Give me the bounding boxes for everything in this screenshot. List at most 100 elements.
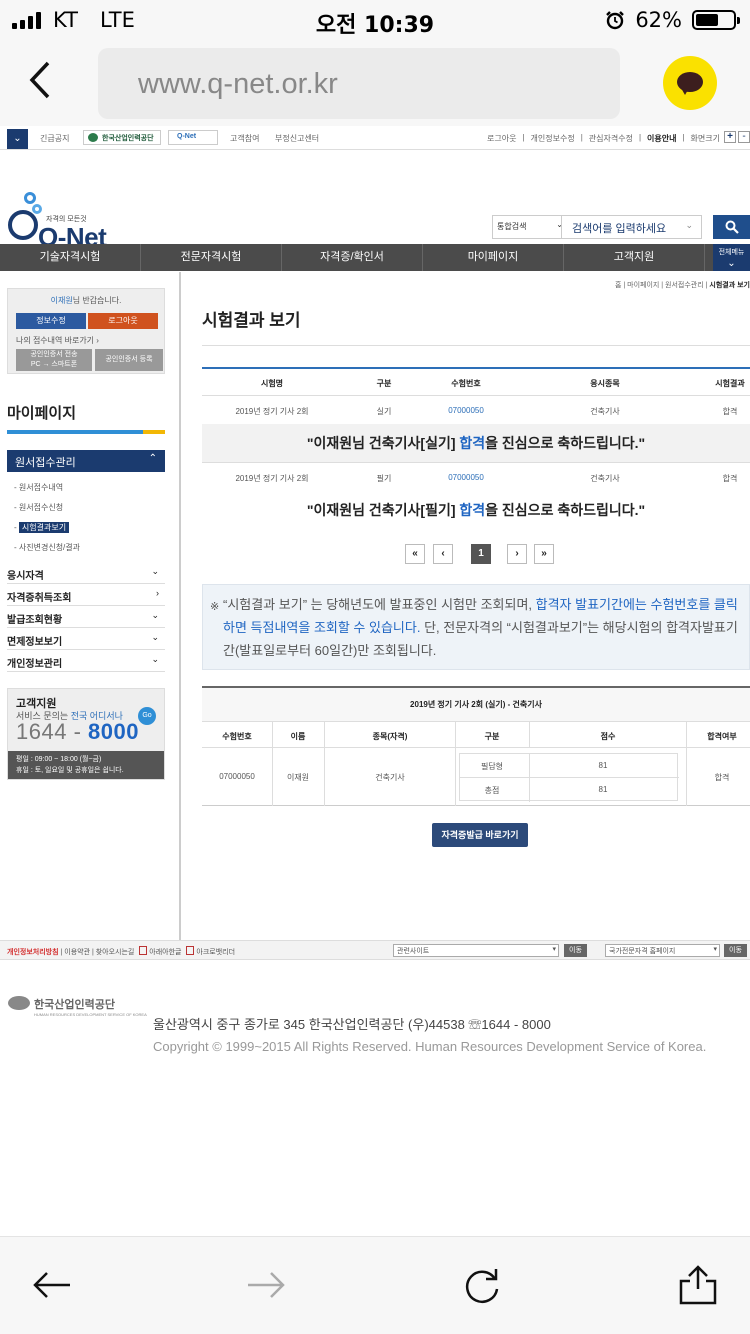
cs-go-button[interactable]: Go (138, 707, 156, 725)
national-sites-select[interactable]: 국가전문자격 홈페이지 ▾ (605, 944, 720, 957)
sidebar-item-qualification[interactable]: 응시자격 ⌄ (7, 562, 165, 584)
chevron-down-icon[interactable]: ⌄ (7, 129, 28, 149)
prev-page-button[interactable]: ‹ (433, 544, 453, 564)
qnet-link[interactable]: Q-Net (168, 130, 218, 145)
screen-size-label: 화면크기 (690, 134, 720, 143)
browser-back-icon[interactable] (28, 60, 52, 108)
sidebar-item-issue-status[interactable]: 발급조회현황 ⌄ (7, 606, 165, 628)
sidebar-title: 마이페이지 (7, 405, 77, 422)
related-go-button[interactable]: 이동 (564, 944, 587, 957)
recent-label: 나의 접수내역 바로가기 (16, 336, 95, 345)
customer-support-box: 고객지원 서비스 문의는 전국 어디서나 Go 1644 - 8000 평일 :… (7, 688, 165, 780)
pdf-icon (186, 946, 195, 955)
nav-support[interactable]: 고객지원 (564, 244, 705, 271)
search-button[interactable] (713, 215, 750, 239)
hwp-link[interactable]: 아래아한글 (149, 949, 181, 956)
sidebar-item-exemption[interactable]: 면제정보보기 ⌄ (7, 628, 165, 650)
breadcrumb-application[interactable]: 원서접수관리 (665, 282, 704, 289)
acrobat-link[interactable]: 아크로뱃리더 (196, 949, 235, 956)
urgent-notice-link[interactable]: 긴급공지 (40, 133, 69, 144)
terms-link[interactable]: 이용약관 (64, 949, 90, 956)
nav-professional-exam[interactable]: 전문자격시험 (141, 244, 282, 271)
edit-info-link[interactable]: 개인정보수정 (531, 133, 575, 144)
hrdk-link[interactable]: 한국산업인력공단 (83, 130, 161, 145)
first-page-button[interactable]: « (405, 544, 425, 564)
next-page-button[interactable]: › (507, 544, 527, 564)
last-page-button[interactable]: » (534, 544, 554, 564)
cert-register-button[interactable]: 공인인증서 등록 (95, 349, 163, 371)
edit-info-button[interactable]: 정보수정 (16, 313, 86, 329)
sidebar-item-cert-acquisition[interactable]: 자격증취득조회 › (7, 584, 165, 606)
customer-participation-link[interactable]: 고객참여 (230, 133, 259, 144)
directions-link[interactable]: 찾아오시는길 (96, 949, 135, 956)
score-detail-header: 수험번호 이름 종목(자격) 구분 점수 합격여부 (202, 722, 750, 748)
related-sites-select[interactable]: 관련사이트 ▾ (393, 944, 559, 957)
chevron-right-icon: › (156, 588, 159, 598)
web-page: ⌄ 긴급공지 한국산업인력공단 Q-Net 고객참여 부정신고센터 로그아웃 | … (0, 126, 750, 1236)
login-box: 이재원님 반갑습니다. 정보수정 로그아웃 나의 접수내역 바로가기 › 공인인… (7, 288, 165, 374)
status-bar: KT LTE 오전 10:39 62% (0, 0, 750, 40)
certificate-issue-button[interactable]: 자격증발급 바로가기 (432, 823, 528, 847)
search-input[interactable]: 검색어를 입력하세요 ⌄ (561, 215, 702, 239)
zoom-in-icon[interactable]: + (724, 131, 736, 143)
kakao-talk-icon[interactable] (663, 56, 717, 110)
privacy-link[interactable]: 개인정보처리방침 (7, 949, 59, 956)
all-menu-button[interactable]: 전체메뉴 ⌄ (713, 244, 750, 271)
chevron-down-icon: ⌄ (151, 610, 159, 620)
url-field[interactable]: www.q-net.or.kr (98, 48, 620, 119)
search-type-select[interactable]: 통합검색 ⌄ (492, 215, 570, 239)
breadcrumb-current: 시험결과 보기 (709, 282, 750, 289)
cert-transfer-button[interactable]: 공인인증서 전송 PC → 스마트폰 (16, 349, 92, 371)
sidebar-sub-application-request[interactable]: - 원서접수신청 (14, 502, 63, 513)
back-arrow-icon[interactable] (32, 1265, 72, 1305)
recent-applications-link[interactable]: 나의 접수내역 바로가기 › (16, 335, 99, 346)
table-row: 2019년 정기 기사 2회 필기 07000050 건축기사 합격 (235, 473, 738, 483)
page-1-button[interactable]: 1 (471, 544, 491, 564)
score-detail-row: 07000050 이재원 건축기사 필답형 81 총점 81 합격 (202, 748, 750, 806)
reload-icon[interactable] (462, 1265, 502, 1305)
exam-number-link[interactable]: 07000050 (448, 406, 484, 415)
sidebar-sub-application-history[interactable]: - 원서접수내역 (14, 482, 63, 493)
zoom-out-icon[interactable]: - (738, 131, 750, 143)
site-header: 자격의 모든것 Q-Net 통합검색 ⌄ 검색어를 입력하세요 ⌄ (0, 150, 750, 252)
all-menu-label: 전체메뉴 (718, 249, 745, 256)
main-content: 홈 | 마이페이지 | 원서접수관리 | 시험결과 보기 시험결과 보기 시험명… (202, 272, 750, 940)
hrdk-footer-logo: 한국산업인력공단 HUMAN RESOURCES DEVELOPMENT SER… (8, 996, 147, 1017)
interest-edit-link[interactable]: 관심자격수정 (589, 133, 633, 144)
national-go-button[interactable]: 이동 (724, 944, 747, 957)
chevron-down-icon: ⌄ (685, 220, 693, 230)
chevron-down-icon: ⌄ (151, 632, 159, 642)
breadcrumb-mypage[interactable]: 마이페이지 (627, 282, 659, 289)
battery-icon (692, 10, 740, 30)
logout-button[interactable]: 로그아웃 (88, 313, 158, 329)
sidebar-item-personal-info[interactable]: 개인정보관리 ⌄ (7, 650, 165, 672)
hrdk-logo-icon (8, 996, 30, 1010)
sidebar-sub-photo-change[interactable]: - 사진변경신청/결과 (14, 542, 80, 553)
arrow-right-icon: › (96, 336, 99, 345)
footer-copyright: Copyright © 1999~2015 All Rights Reserve… (153, 1039, 707, 1054)
cs-hours: 평일 : 09:00 ~ 18:00 (월~금) 휴일 : 토, 일요일 및 공휴… (8, 751, 164, 779)
chevron-down-icon: ▾ (713, 946, 717, 953)
search-type-value: 통합검색 (497, 222, 527, 231)
welcome-text: 이재원님 반갑습니다. (8, 295, 164, 306)
status-right: 62% (605, 8, 740, 32)
forward-arrow-icon[interactable] (246, 1265, 286, 1305)
utility-links: 로그아웃 | 개인정보수정 | 관심자격수정 | 이용안내 | 화면크기 (486, 133, 720, 144)
share-icon[interactable] (678, 1265, 718, 1305)
chevron-down-icon: ▾ (552, 946, 556, 953)
browser-url-bar: www.q-net.or.kr (0, 40, 750, 126)
logout-link[interactable]: 로그아웃 (487, 133, 516, 144)
welcome-suffix: 님 반갑습니다. (72, 296, 122, 305)
breadcrumb: 홈 | 마이페이지 | 원서접수관리 | 시험결과 보기 (614, 282, 750, 289)
exam-number-link[interactable]: 07000050 (448, 473, 484, 482)
sidebar-item-application[interactable]: 원서접수관리 ⌃ (7, 450, 165, 472)
nav-technical-exam[interactable]: 기술자격시험 (0, 244, 141, 271)
footer-bar: 개인정보처리방침 | 이용약관 | 찾아오시는길 아래아한글 아크로뱃리더 관련… (0, 940, 750, 960)
sidebar-sub-exam-result[interactable]: - 시험결과보기 (14, 522, 70, 533)
breadcrumb-home[interactable]: 홈 (615, 282, 621, 289)
notice-box: ※ “시험결과 보기” 는 당해년도에 발표중인 시험만 조회되며, 합격자 발… (202, 584, 750, 670)
nav-mypage[interactable]: 마이페이지 (423, 244, 564, 271)
nav-certificate[interactable]: 자격증/확인서 (282, 244, 423, 271)
guide-link[interactable]: 이용안내 (647, 133, 676, 144)
report-center-link[interactable]: 부정신고센터 (275, 133, 319, 144)
